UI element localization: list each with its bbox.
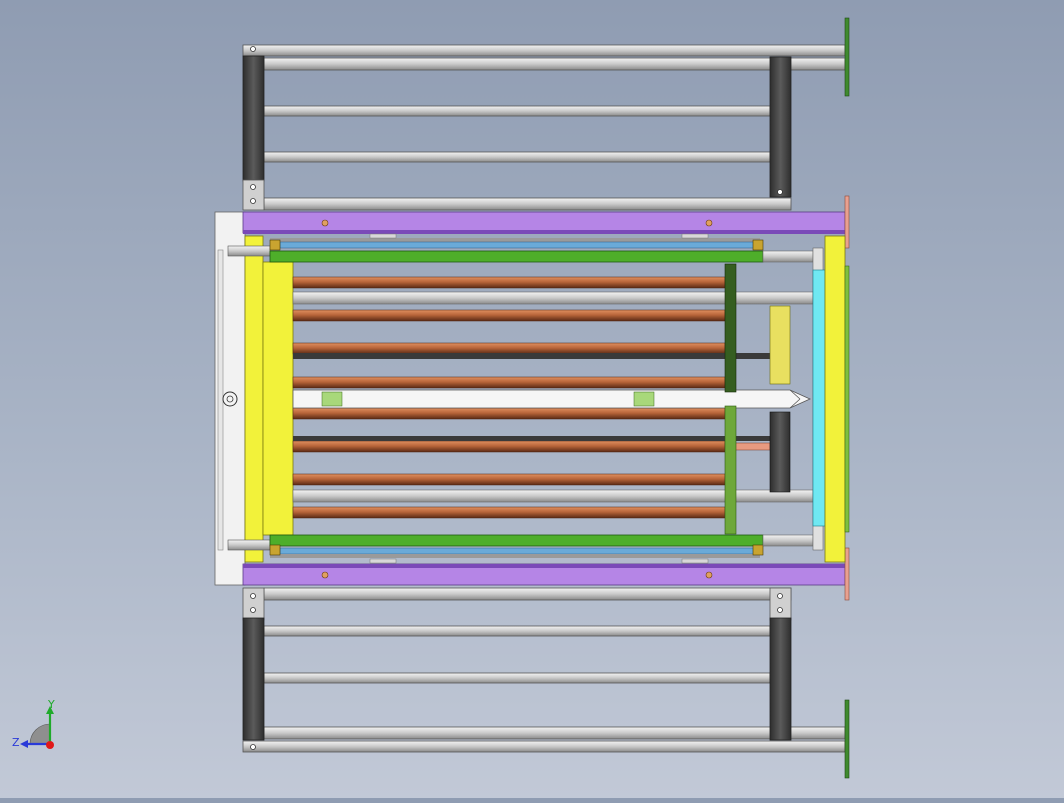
bolt-hole — [250, 46, 256, 52]
bottom-frame-rail — [263, 672, 771, 684]
end-flange — [844, 547, 850, 601]
dark-block — [769, 411, 791, 493]
guide-rail-bottom-back — [270, 554, 760, 558]
bolt-hole — [250, 607, 256, 613]
top-frame-rail — [242, 44, 846, 57]
dark-rod — [293, 436, 770, 441]
bottom-frame-bracket — [242, 587, 265, 621]
beam-pin — [321, 571, 329, 579]
guide-block — [752, 544, 764, 556]
copper-rod — [292, 376, 726, 389]
rail-tab — [681, 233, 709, 239]
rail-tab — [369, 558, 397, 564]
guide-block — [269, 239, 281, 251]
rail-tab — [369, 233, 397, 239]
bolt-hole — [777, 607, 783, 613]
purple-beam-bottom-stripe — [243, 564, 845, 568]
bottom-frame-bracket — [769, 587, 792, 621]
end-flange — [844, 195, 850, 249]
shaft — [762, 250, 814, 263]
olive-plate-right — [844, 265, 850, 533]
bottom-frame — [242, 587, 850, 779]
bottom-frame-post-right — [769, 617, 792, 741]
view-triad[interactable]: Y Z — [12, 698, 55, 749]
guide-rail-top-blue — [279, 241, 757, 249]
shaft — [762, 534, 814, 547]
dark-rod — [293, 353, 770, 359]
handle-ring — [222, 391, 238, 407]
cad-viewport[interactable]: Y Z — [0, 0, 1064, 798]
guide-rail-top-back — [270, 238, 760, 242]
dark-green-plate-lower — [724, 405, 737, 535]
assembly-drawing: Y Z — [12, 17, 850, 779]
bottom-frame-post-left — [242, 617, 265, 741]
shaft-collar — [633, 391, 655, 407]
guide-rail-bottom-blue — [279, 547, 757, 555]
bolt-hole — [250, 744, 256, 750]
bolt-hole — [250, 198, 256, 204]
top-frame-rail — [263, 197, 792, 211]
top-frame-rail — [263, 105, 771, 117]
center-shaft — [292, 389, 811, 409]
triad-x-axis-dot — [46, 741, 54, 749]
shaft-collar — [321, 391, 343, 407]
guide-block — [269, 544, 281, 556]
central-assembly — [214, 195, 850, 601]
bottom-frame-rail — [263, 726, 846, 740]
copper-rod — [292, 473, 726, 486]
bolt-hole — [250, 593, 256, 599]
triad-z-label: Z — [12, 736, 20, 749]
green-bar-top — [269, 250, 764, 263]
yellow-block — [769, 305, 791, 385]
guide-block — [752, 239, 764, 251]
copper-rod — [292, 407, 726, 420]
top-frame — [242, 17, 850, 211]
triad-quarter-disc — [29, 723, 51, 745]
top-frame-rail — [263, 57, 846, 71]
top-frame-end-plate — [844, 17, 850, 97]
triad-z-arrow-icon — [20, 740, 28, 748]
green-bar-bottom — [269, 534, 764, 547]
cyan-plate — [812, 269, 826, 527]
top-frame-rail — [263, 151, 771, 163]
yellow-plate-left-inner — [262, 261, 294, 536]
copper-rod — [292, 506, 726, 519]
bolt-hole — [250, 184, 256, 190]
copper-rod — [292, 342, 726, 355]
dark-green-plate-upper — [724, 263, 737, 393]
beam-pin — [705, 219, 713, 227]
bolt-hole — [777, 593, 783, 599]
piston-rod-bottom — [227, 539, 271, 551]
copper-rod — [292, 440, 726, 453]
bottom-frame-rail — [263, 587, 792, 601]
bottom-frame-end-plate — [844, 699, 850, 779]
bolt-hole — [777, 189, 783, 195]
piston-rod-top — [227, 245, 271, 257]
left-base-plate-rail — [217, 249, 224, 551]
triad-y-label: Y — [47, 698, 55, 711]
purple-beam-top-stripe — [243, 230, 845, 234]
purple-beam-top — [242, 211, 846, 234]
top-frame-post-left — [242, 55, 265, 182]
top-frame-post-right — [769, 56, 792, 198]
copper-rod — [292, 309, 726, 322]
bottom-frame-rail — [263, 625, 771, 637]
bottom-frame-rail — [242, 740, 846, 753]
yellow-plate-right — [824, 235, 846, 563]
rail-tab — [681, 558, 709, 564]
beam-pin — [321, 219, 329, 227]
copper-rod — [292, 276, 726, 289]
beam-pin — [705, 571, 713, 579]
yellow-plate-left-outer — [244, 235, 264, 563]
